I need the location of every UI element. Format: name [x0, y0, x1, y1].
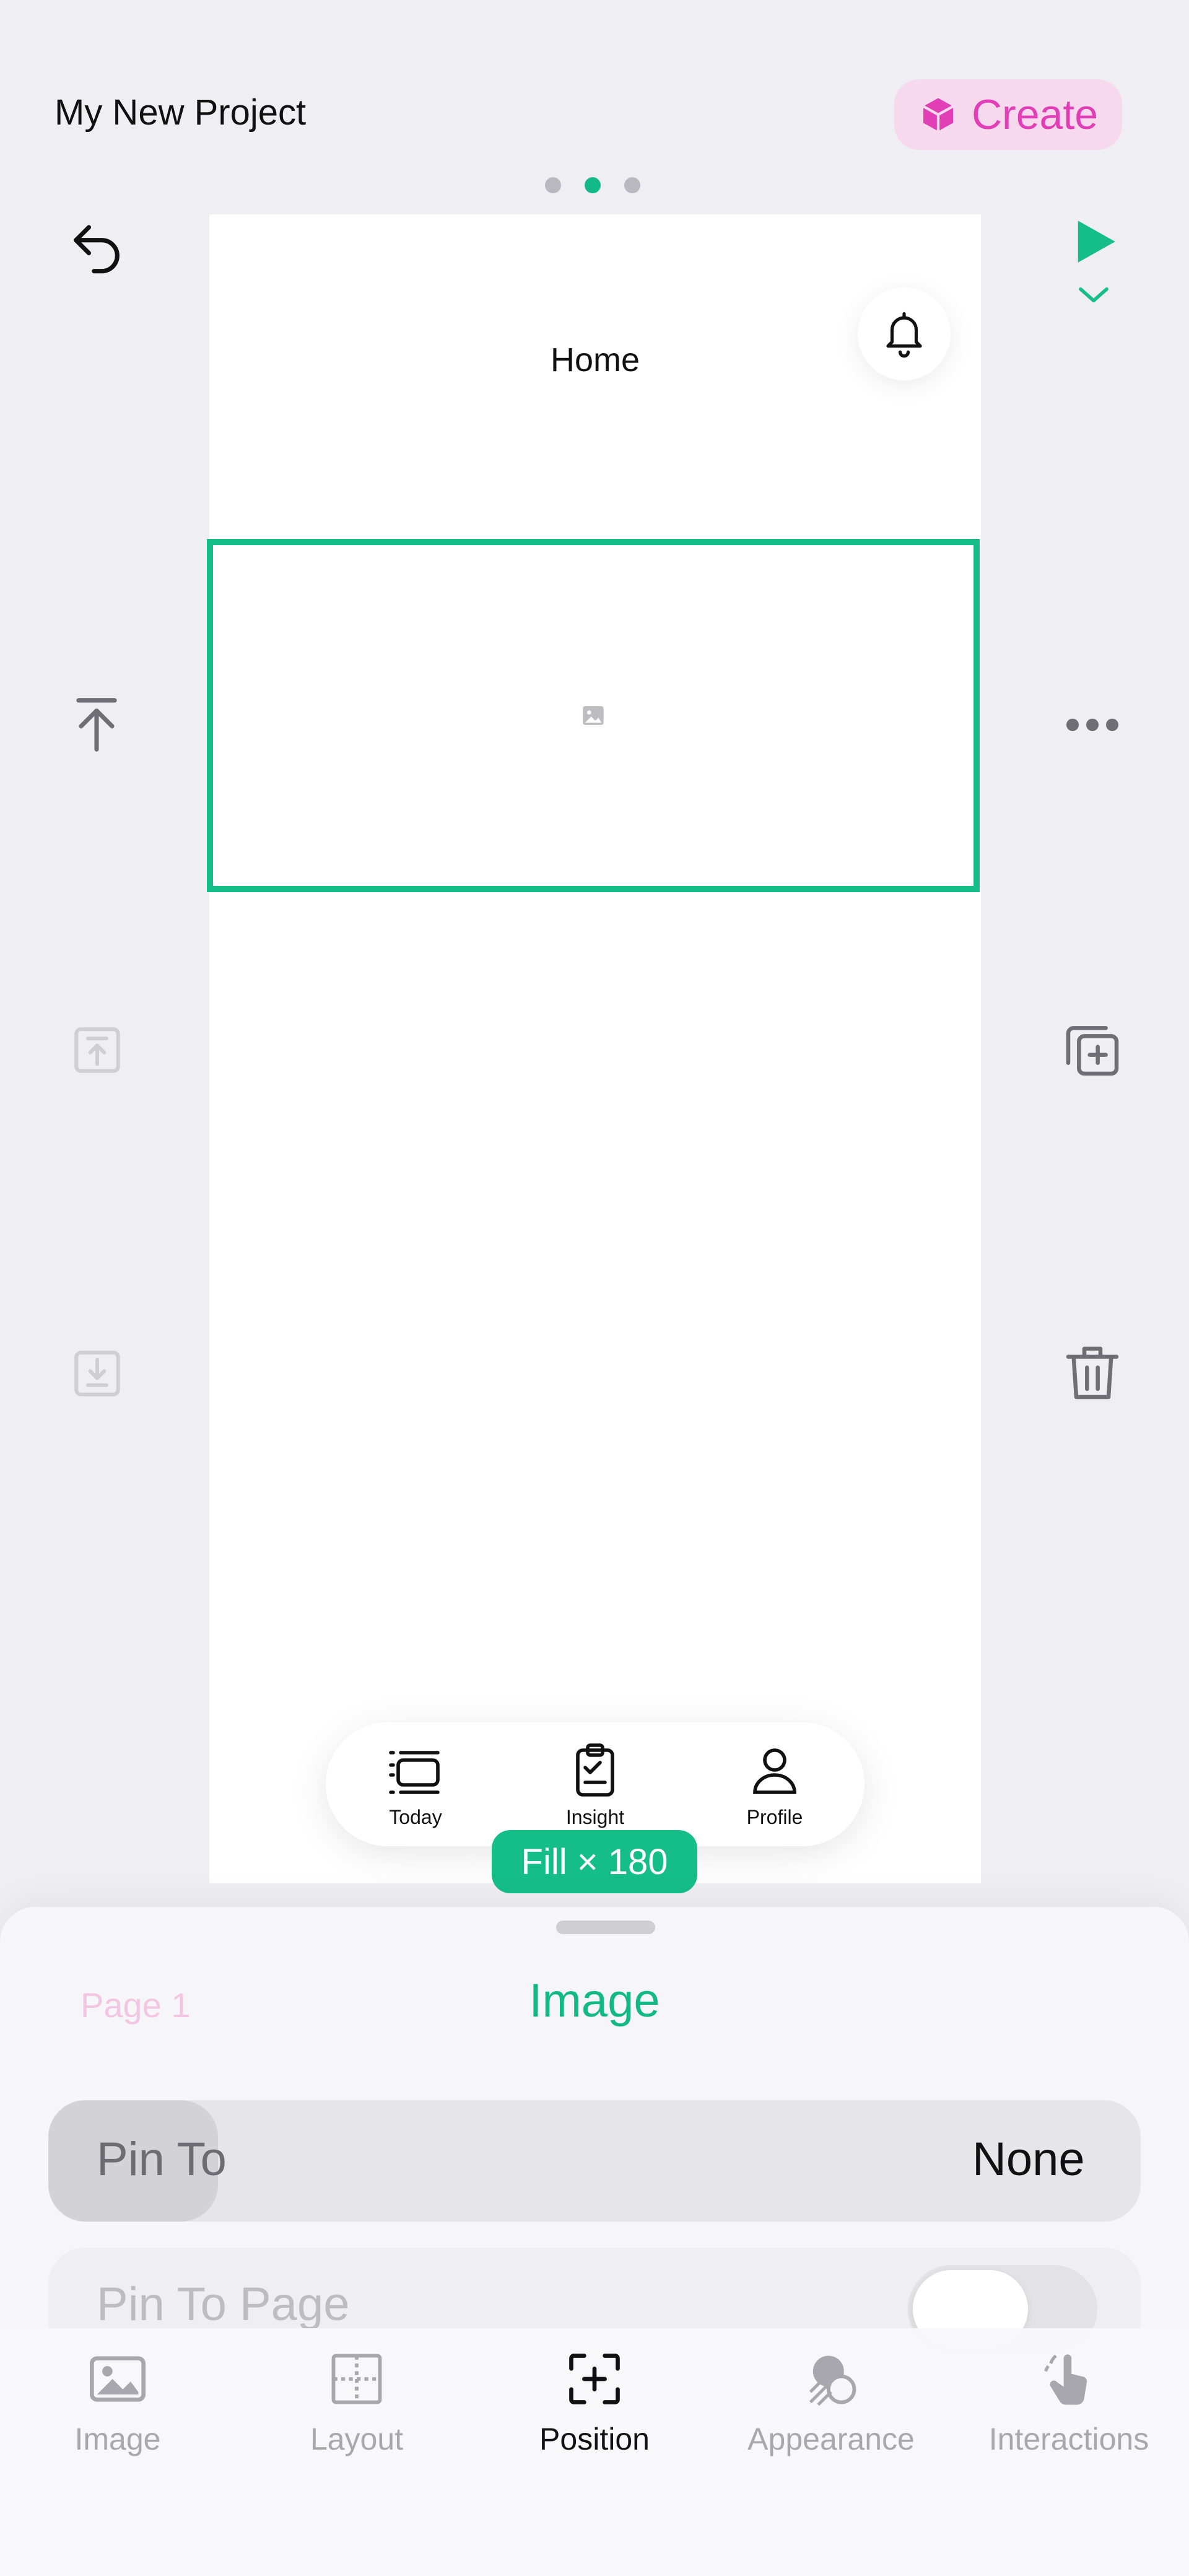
- toolbar-tab-label: Image: [74, 2422, 161, 2456]
- toolbar-tab-layout[interactable]: Layout: [251, 2348, 462, 2472]
- create-button-label: Create: [971, 91, 1099, 138]
- toolbar-tab-label: Layout: [310, 2422, 404, 2456]
- toolbar-tab-appearance[interactable]: Appearance: [726, 2348, 936, 2472]
- sheet-title: Image: [529, 1974, 660, 2027]
- pin-to-label: Pin To: [97, 2133, 227, 2186]
- more-icon[interactable]: [1063, 706, 1122, 743]
- page-dot-active[interactable]: [585, 177, 601, 193]
- position-icon: [569, 2354, 620, 2404]
- send-backward-icon[interactable]: [69, 1346, 125, 1401]
- page-dot[interactable]: [545, 177, 561, 193]
- canvas-tab-insight[interactable]: Insight: [565, 1740, 625, 1829]
- phone-canvas[interactable]: Home Today Insight Profile: [207, 214, 981, 1883]
- size-badge: Fill × 180: [492, 1830, 697, 1893]
- toolbar-tab-label: Appearance: [747, 2422, 915, 2456]
- create-button[interactable]: Create: [894, 79, 1122, 150]
- page-indicator: [545, 177, 644, 193]
- toolbar-tab-label: Position: [539, 2422, 650, 2456]
- page-dot[interactable]: [624, 177, 640, 193]
- bell-icon: [886, 312, 922, 358]
- canvas-tab-label: Insight: [565, 1805, 625, 1828]
- canvas-tab-profile[interactable]: Profile: [745, 1740, 804, 1829]
- toolbar-tab-label: Interactions: [988, 2422, 1149, 2456]
- trash-icon[interactable]: [1060, 1341, 1125, 1405]
- cube-icon: [922, 98, 954, 131]
- today-icon: [389, 1750, 440, 1794]
- appearance-icon: [809, 2355, 856, 2406]
- interactions-icon: [1044, 2354, 1087, 2405]
- layout-icon: [331, 2354, 382, 2404]
- image-icon: [90, 2356, 146, 2402]
- play-icon[interactable]: [1066, 211, 1122, 273]
- sheet-grabber[interactable]: [556, 1921, 655, 1934]
- canvas-tab-bar: Today Insight Profile: [326, 1722, 865, 1846]
- image-placeholder-icon: [583, 706, 604, 725]
- profile-icon: [753, 1748, 796, 1794]
- canvas-tab-label: Profile: [746, 1805, 803, 1828]
- move-to-top-icon[interactable]: [66, 693, 128, 755]
- bring-forward-icon[interactable]: [69, 1022, 125, 1078]
- toolbar-tab-image[interactable]: Image: [12, 2348, 223, 2472]
- duplicate-icon[interactable]: [1060, 1017, 1125, 1082]
- notification-button[interactable]: [858, 287, 951, 380]
- canvas-tab-today[interactable]: Today: [386, 1740, 445, 1829]
- undo-icon[interactable]: [66, 214, 128, 276]
- toolbar-tab-position[interactable]: Position: [489, 2348, 700, 2472]
- project-title[interactable]: My New Project: [54, 92, 306, 133]
- selected-image-block[interactable]: [207, 539, 980, 892]
- clipboard-icon: [576, 1743, 614, 1797]
- toolbar-tab-interactions[interactable]: Interactions: [964, 2348, 1174, 2472]
- canvas-tab-label: Today: [389, 1805, 442, 1828]
- pin-to-page-label: Pin To Page: [97, 2278, 350, 2331]
- chevron-down-icon[interactable]: [1076, 283, 1111, 307]
- pin-to-value[interactable]: None: [972, 2132, 1085, 2186]
